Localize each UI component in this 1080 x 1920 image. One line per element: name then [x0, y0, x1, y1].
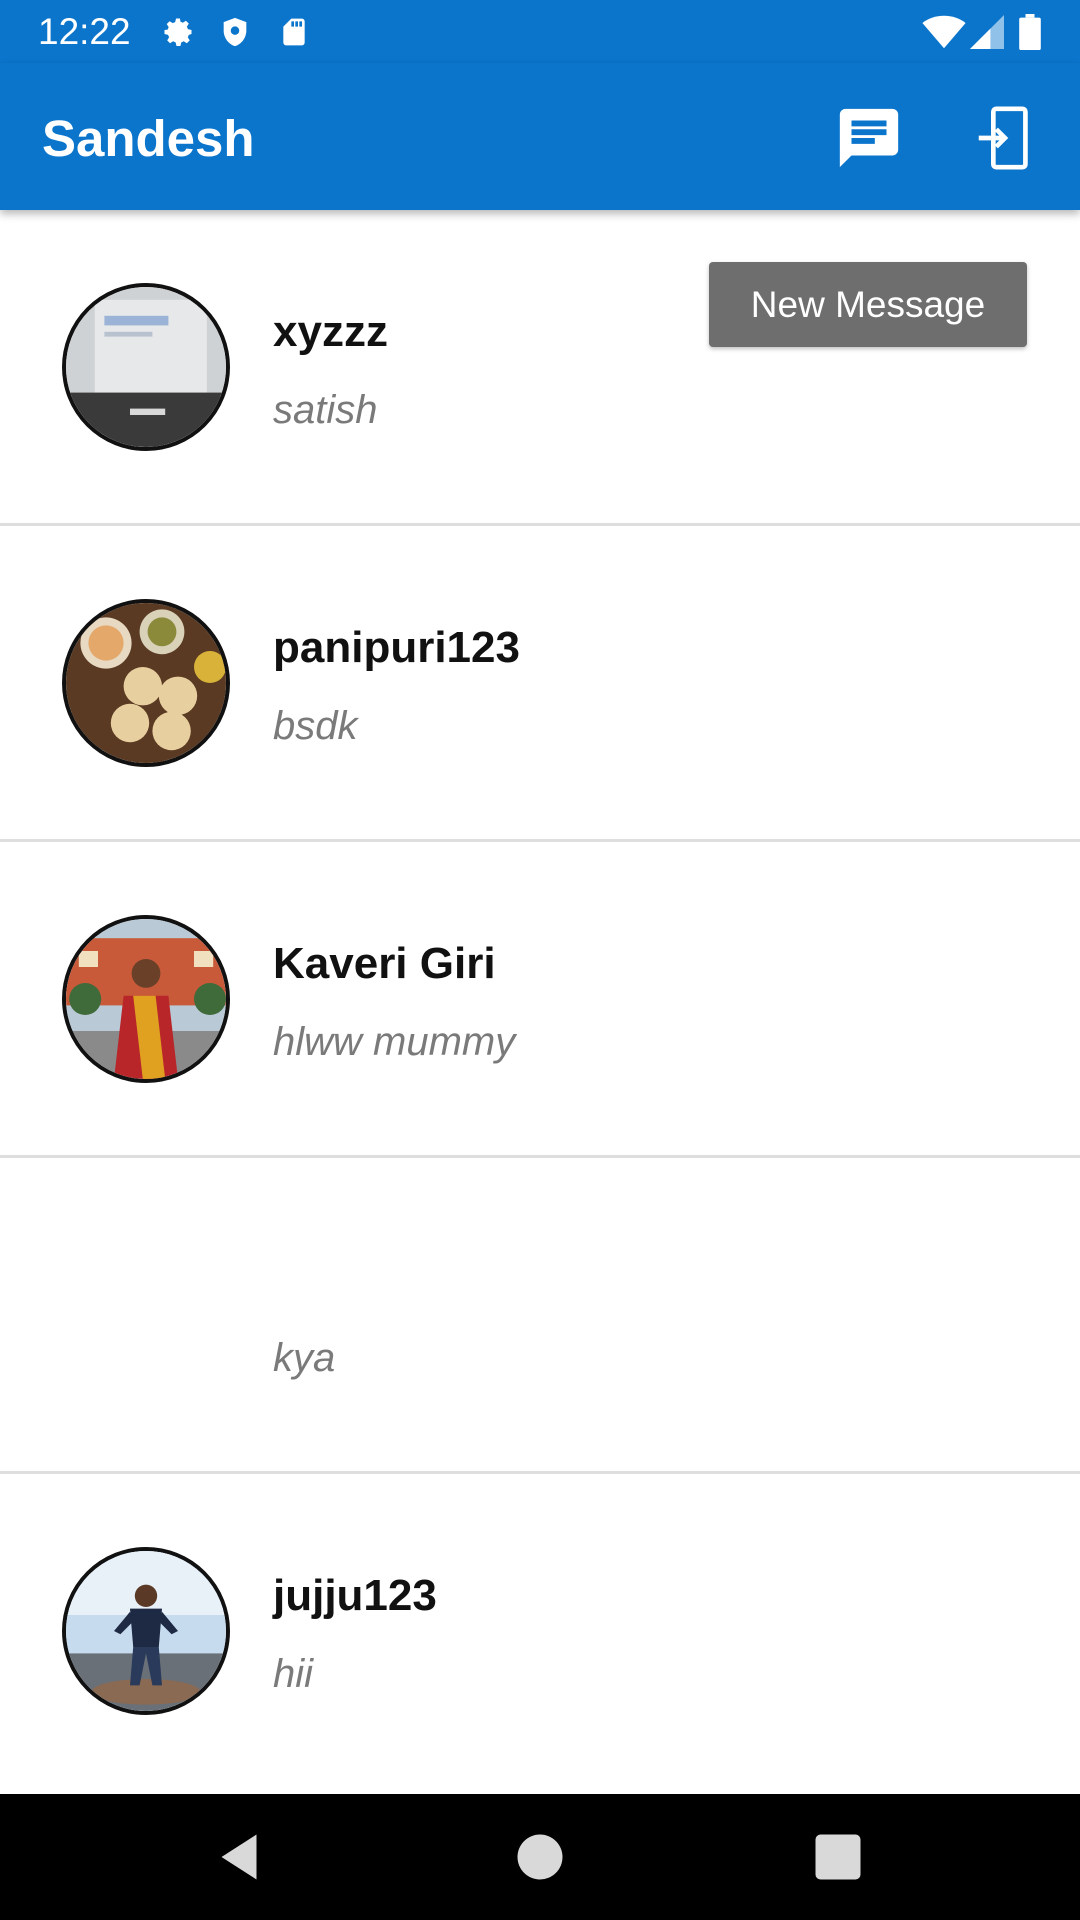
- chat-last-message: kya: [273, 1336, 336, 1380]
- shield-icon: [218, 14, 252, 55]
- signal-icon: [970, 14, 1004, 55]
- new-message-button[interactable]: New Message: [709, 262, 1027, 347]
- app-title: Sandesh: [42, 110, 255, 167]
- avatar: [62, 283, 230, 451]
- status-time: 12:22: [38, 11, 131, 52]
- sd-card-icon: [278, 14, 310, 55]
- chat-item[interactable]: jujju123 hii: [0, 1474, 1080, 1790]
- wifi-icon: [922, 14, 966, 55]
- gear-icon: [160, 14, 196, 55]
- status-bar: 12:22: [0, 0, 1080, 63]
- chat-last-message: bsdk: [273, 704, 358, 748]
- app-bar: Sandesh: [0, 63, 1080, 210]
- chat-icon[interactable]: [834, 103, 904, 173]
- chat-item[interactable]: xyzzz satish New Message: [0, 210, 1080, 526]
- back-icon[interactable]: [209, 1827, 269, 1887]
- chat-name: panipuri123: [273, 623, 520, 672]
- home-icon[interactable]: [510, 1827, 570, 1887]
- battery-icon: [1018, 14, 1042, 55]
- chat-item[interactable]: Kaveri Giri hlww mummy: [0, 842, 1080, 1158]
- login-icon[interactable]: [970, 103, 1040, 173]
- recents-icon[interactable]: [808, 1827, 868, 1887]
- chat-name: jujju123: [273, 1571, 437, 1620]
- chat-last-message: satish: [273, 388, 378, 432]
- avatar: [62, 599, 230, 767]
- chat-name: xyzzz: [273, 307, 388, 356]
- chat-last-message: hii: [273, 1652, 314, 1696]
- chat-last-message: hlww mummy: [273, 1020, 516, 1064]
- chat-item[interactable]: kya: [0, 1158, 1080, 1474]
- chat-name: Kaveri Giri: [273, 939, 496, 988]
- navigation-bar: [0, 1794, 1080, 1920]
- avatar: [62, 915, 230, 1083]
- avatar: [62, 1547, 230, 1715]
- chat-item[interactable]: panipuri123 bsdk: [0, 526, 1080, 842]
- chat-list: xyzzz satish New Message panipuri123 bsd…: [0, 210, 1080, 1790]
